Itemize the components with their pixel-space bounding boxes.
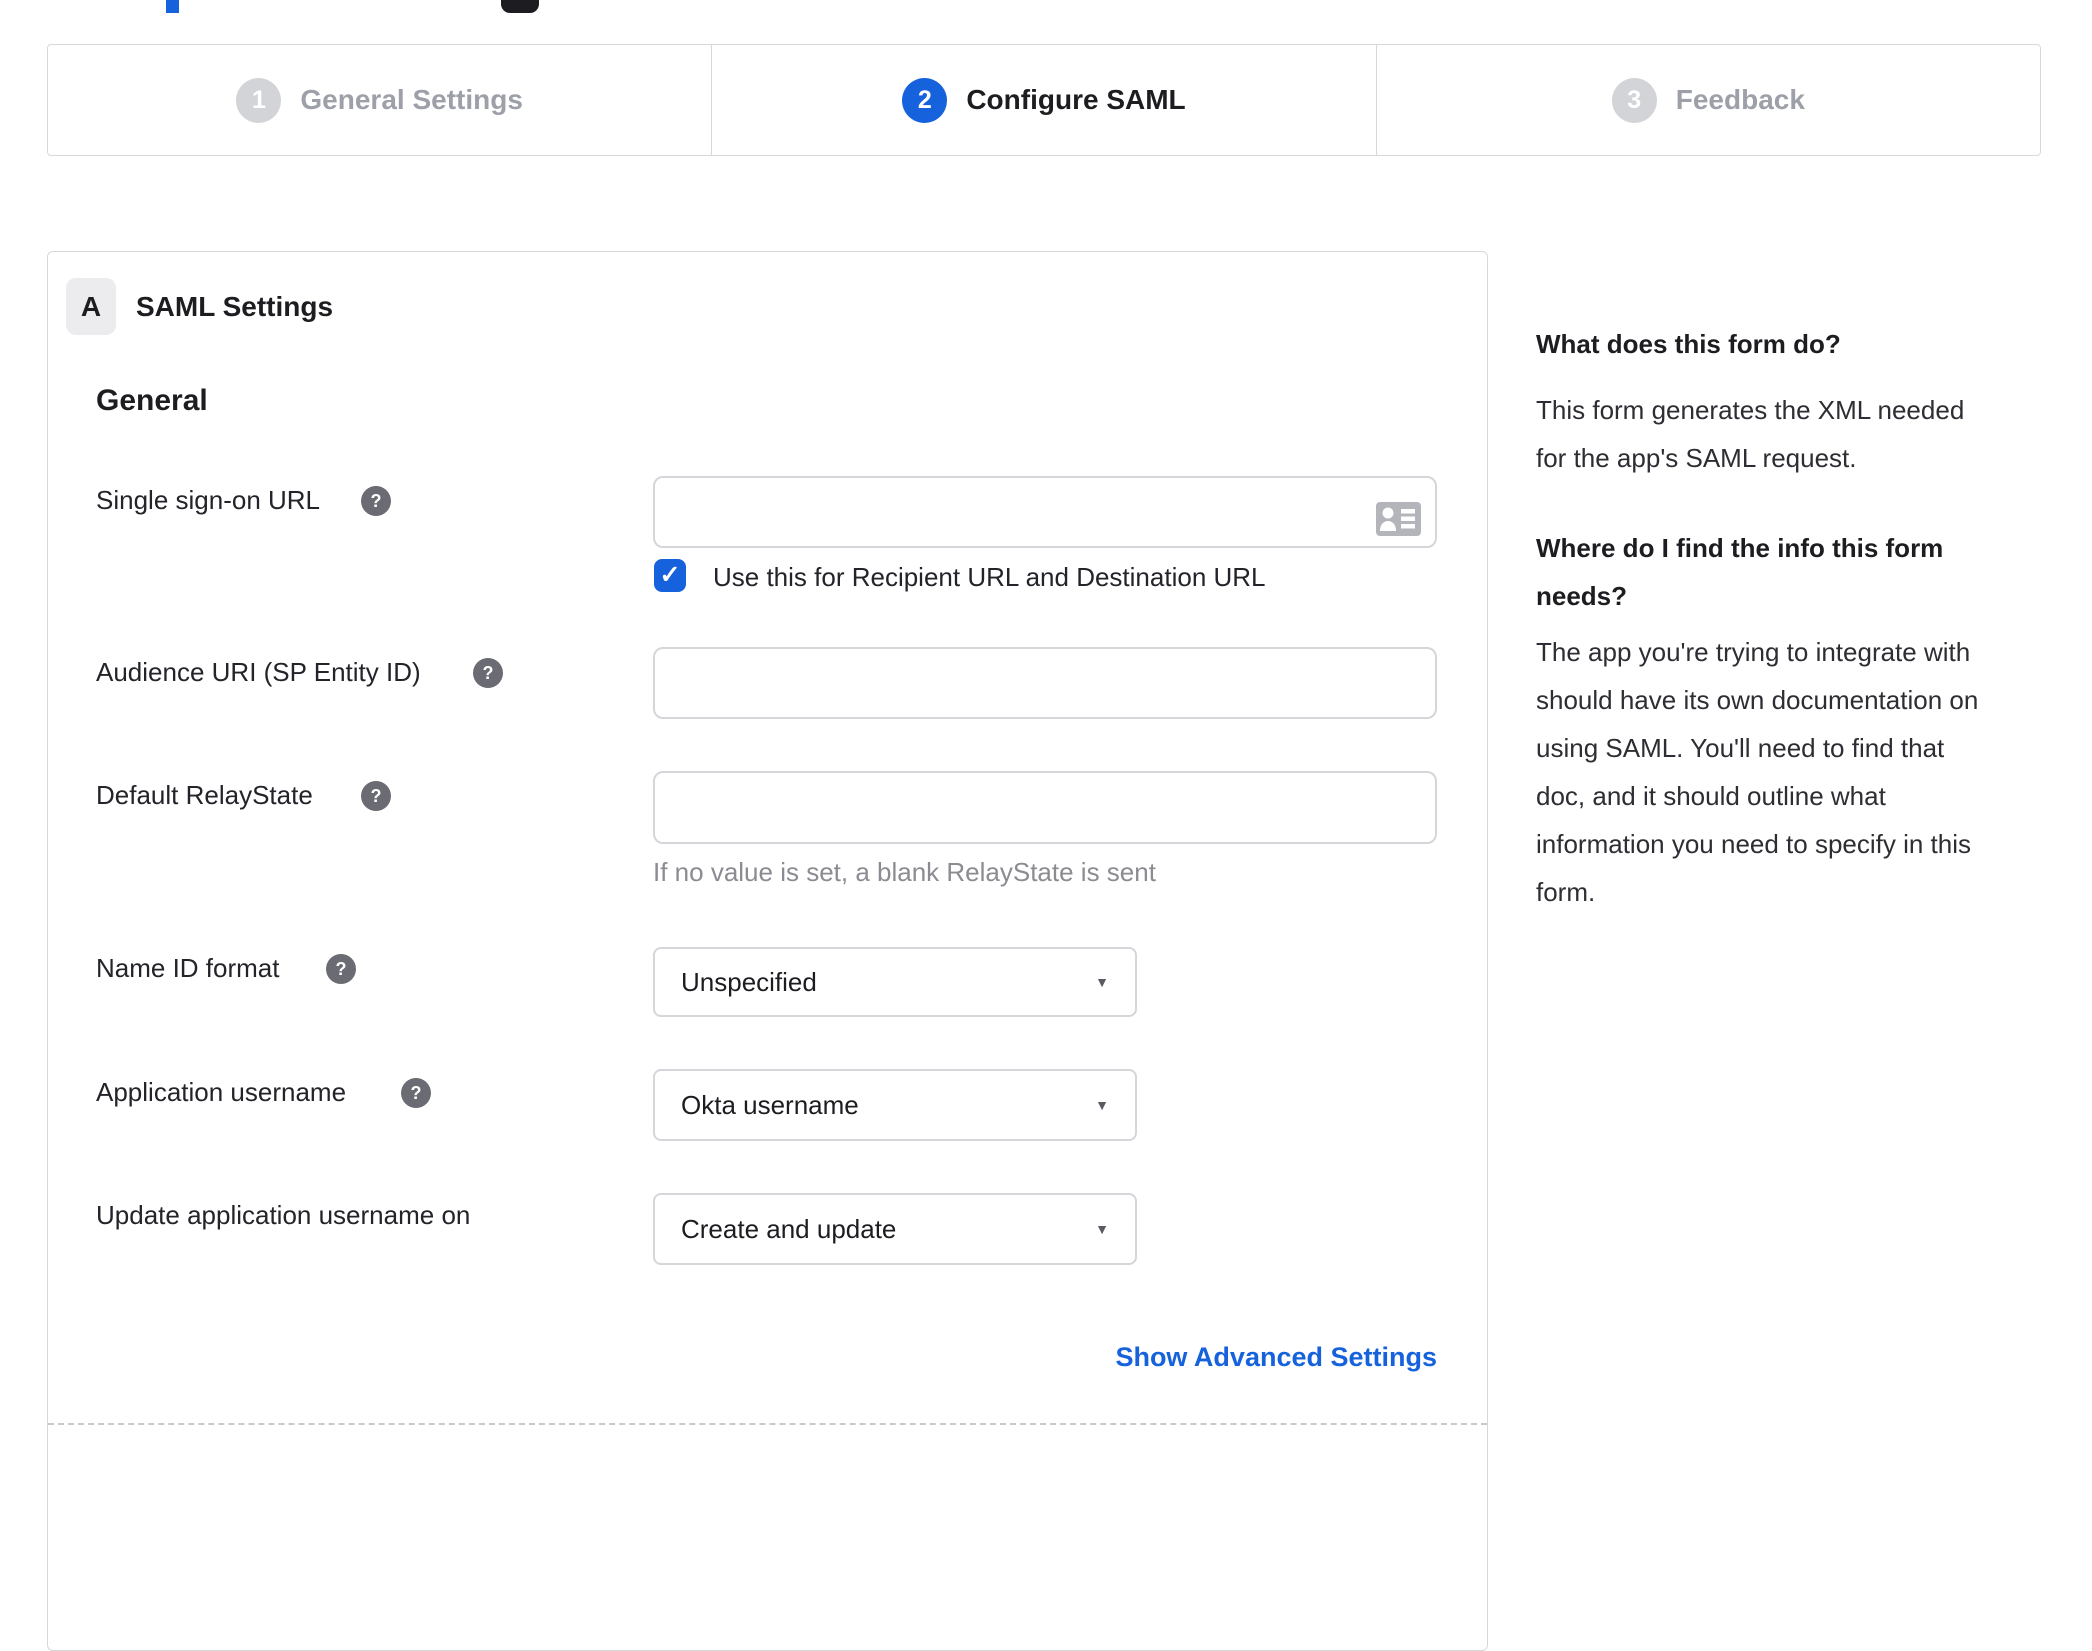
section-divider [48,1423,1487,1425]
step-1-circle: 1 [236,77,282,123]
step-1-label: General Settings [300,84,523,115]
step-configure-saml: 2 Configure SAML [711,45,1375,155]
chevron-down-icon: ▼ [1095,1221,1109,1237]
app-username-help-icon[interactable]: ? [401,1078,431,1108]
audience-uri-input[interactable] [653,647,1437,719]
help-sidebar: What does this form do? This form genera… [1536,320,2041,916]
audience-uri-label: Audience URI (SP Entity ID) [96,657,421,687]
step-2-circle: 2 [902,77,948,123]
sso-url-help-icon[interactable]: ? [361,486,391,516]
relaystate-label: Default RelayState [96,780,313,810]
sidebar-heading-2: Where do I find the info this form needs… [1536,533,1944,611]
nameid-format-label: Name ID format [96,953,280,983]
nameid-format-value: Unspecified [681,966,817,997]
chevron-down-icon: ▼ [1095,974,1109,990]
sidebar-heading-1: What does this form do? [1536,329,1841,359]
nameid-format-dropdown[interactable]: Unspecified ▼ [653,947,1137,1017]
general-section-heading: General [96,384,208,417]
top-cropped-blue-fragment [166,0,179,13]
step-3-circle: 3 [1611,77,1657,123]
sidebar-paragraph-2: The app you're trying to integrate with … [1536,637,1979,907]
nameid-format-help-icon[interactable]: ? [326,954,356,984]
sso-url-input[interactable] [653,476,1437,548]
contact-card-icon [1376,502,1421,541]
relaystate-input[interactable] [653,771,1437,844]
update-username-dropdown[interactable]: Create and update ▼ [653,1193,1137,1265]
sso-url-label: Single sign-on URL [96,485,321,515]
step-general-settings: 1 General Settings [48,45,711,155]
saml-settings-panel: A SAML Settings General Single sign-on U… [47,251,1488,1651]
app-username-label: Application username [96,1077,347,1107]
relaystate-hint: If no value is set, a blank RelayState i… [653,857,1156,887]
update-username-value: Create and update [681,1213,897,1244]
sidebar-paragraph-1: This form generates the XML needed for t… [1536,395,1965,473]
top-cropped-logo-fragment [501,0,539,13]
step-feedback: 3 Feedback [1375,45,2040,155]
relaystate-help-icon[interactable]: ? [361,781,391,811]
app-username-dropdown[interactable]: Okta username ▼ [653,1069,1137,1141]
update-username-label: Update application username on [96,1200,471,1230]
app-username-value: Okta username [681,1089,859,1120]
wizard-stepper: 1 General Settings 2 Configure SAML 3 Fe… [47,44,2041,156]
panel-title: SAML Settings [136,291,334,322]
chevron-down-icon: ▼ [1095,1097,1109,1113]
recipient-url-checkbox[interactable]: ✓ [654,559,686,592]
audience-uri-help-icon[interactable]: ? [473,658,503,688]
step-3-label: Feedback [1675,84,1805,115]
show-advanced-settings-link[interactable]: Show Advanced Settings [653,1342,1437,1373]
recipient-url-checkbox-label: Use this for Recipient URL and Destinati… [713,562,1266,592]
section-a-badge: A [66,278,116,335]
step-2-label: Configure SAML [966,84,1186,115]
